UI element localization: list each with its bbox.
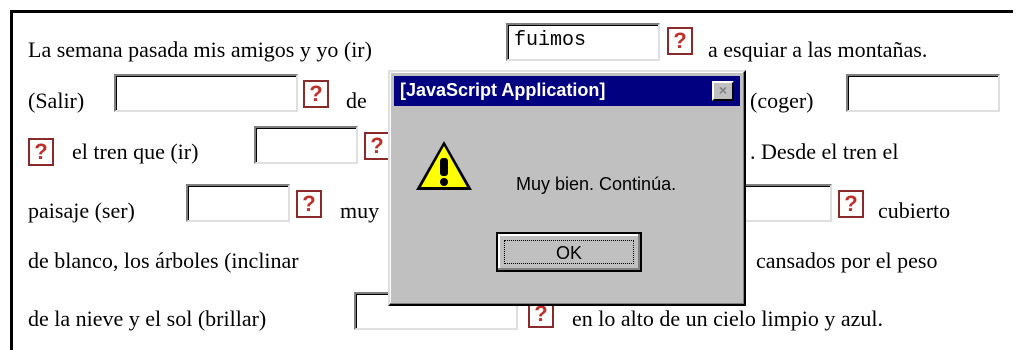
exercise-text: en lo alto de un cielo limpio y azul. [572,306,883,331]
exercise-text: . Desde el tren el [750,139,899,164]
answer-field-hidden[interactable] [740,184,832,222]
exercise-text: muy [340,198,380,223]
answer-field-ir[interactable]: fuimos [506,23,660,61]
help-button[interactable]: ? [364,132,390,160]
dialog-message: Muy bien. Continúa. [516,174,677,194]
help-button[interactable]: ? [667,27,693,55]
exercise-text: de [346,88,367,113]
answer-field-ir-2[interactable] [254,126,358,164]
exercise-text: cansados por el peso [756,248,938,273]
close-button[interactable]: × [712,81,734,101]
dialog-title: [JavaScript Application] [400,80,606,100]
exercise-text: La semana pasada mis amigos y yo (ir) [28,37,372,62]
exercise-text: (coger) [750,88,814,113]
dialog-titlebar: [JavaScript Application] × [394,76,740,106]
exercise-text: paisaje (ser) [28,198,135,223]
ok-button-label: OK [504,240,634,264]
alert-dialog: [JavaScript Application] × Muy bien. Con… [388,70,746,306]
ok-button[interactable]: OK [496,232,642,272]
help-button[interactable]: ? [28,138,54,166]
exercise-text: (Salir) [28,88,85,113]
exercise-text: de la nieve y el sol (brillar) [28,306,267,331]
help-button[interactable]: ? [296,190,322,218]
help-button[interactable]: ? [303,80,329,108]
answer-field-coger[interactable] [846,74,1000,112]
answer-field-ser[interactable] [186,184,290,222]
exercise-text: el tren que (ir) [72,139,199,164]
answer-field-salir[interactable] [114,74,298,112]
exercise-text: cubierto [878,198,951,223]
exercise-text: a esquiar a las montañas. [708,37,928,62]
help-button[interactable]: ? [838,190,864,218]
exercise-text: de blanco, los árboles (inclinar [28,248,299,273]
warning-icon [416,141,472,190]
